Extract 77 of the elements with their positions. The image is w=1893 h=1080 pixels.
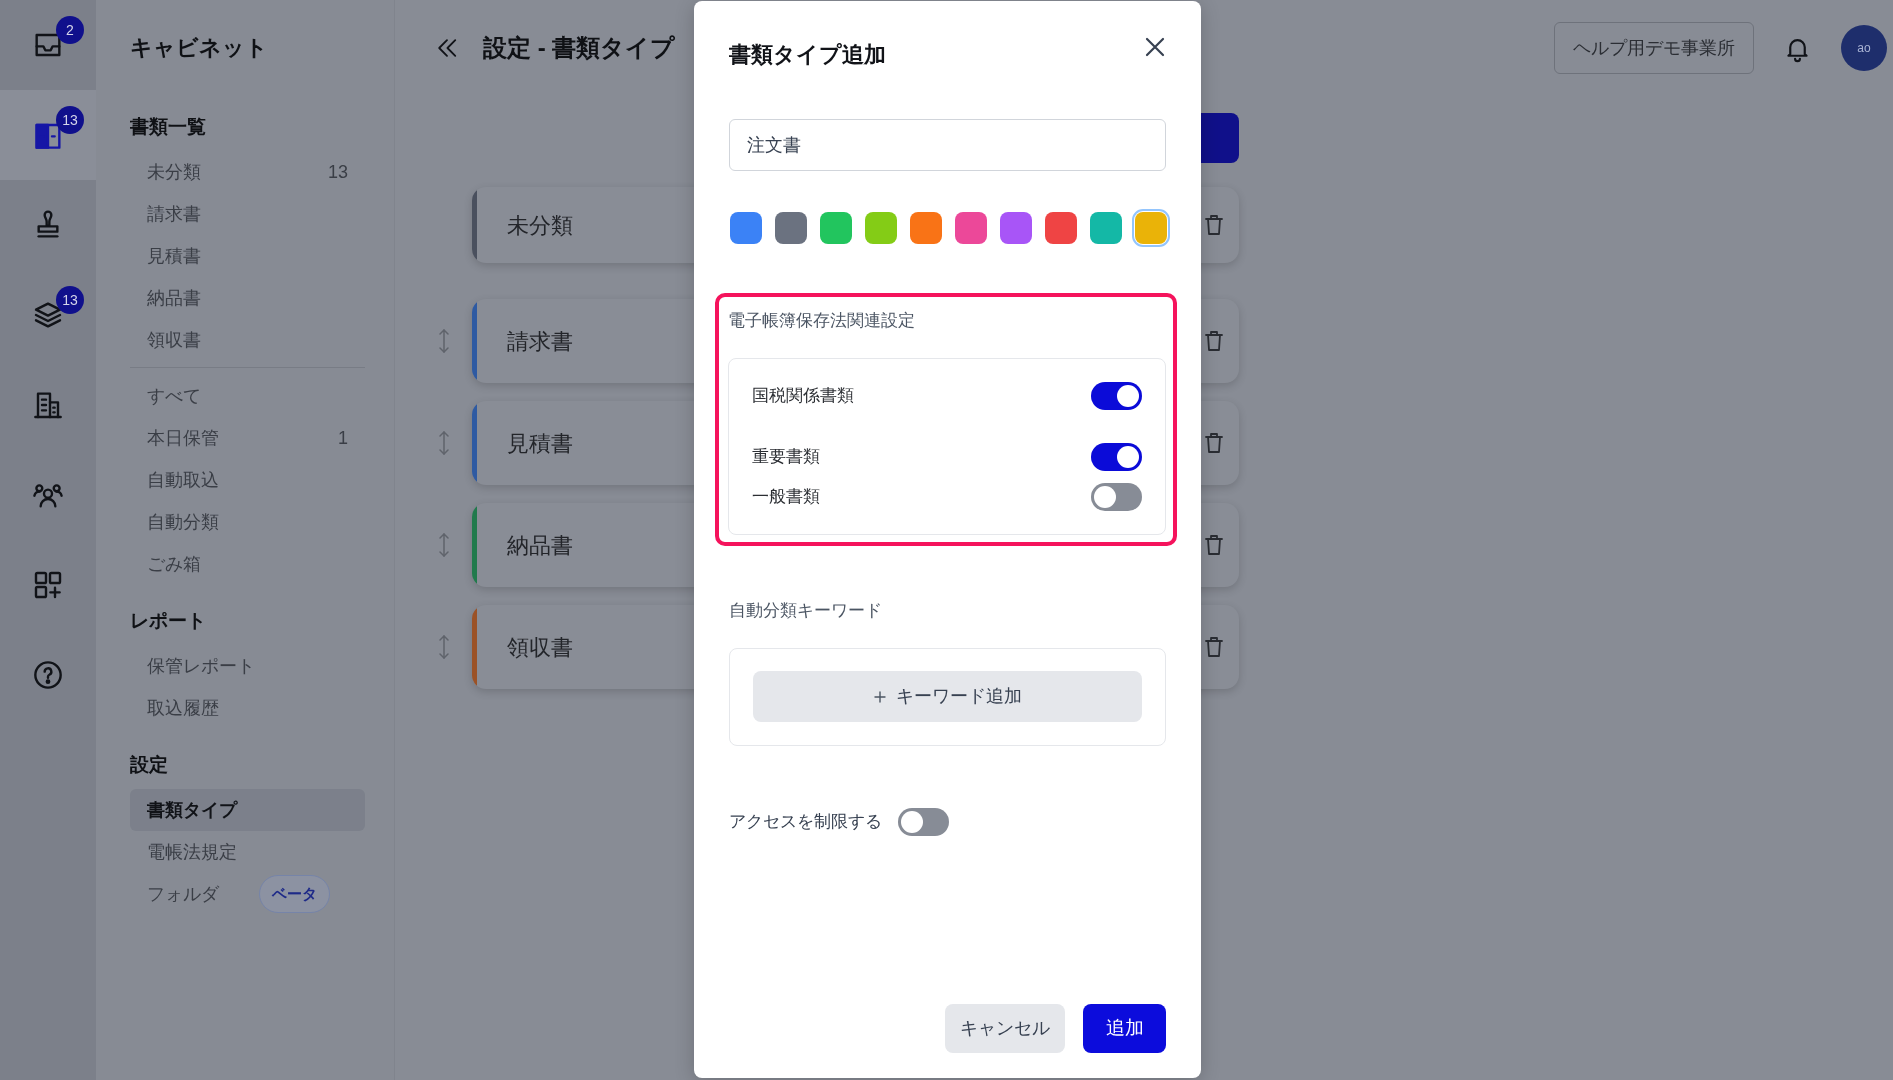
color-swatch[interactable]: [952, 209, 990, 247]
sidebar-item[interactable]: 保管レポート: [130, 645, 365, 687]
sidebar-item[interactable]: すべて: [130, 375, 365, 417]
dialog-title: 書類タイプ追加: [729, 41, 886, 69]
toggle-switch[interactable]: [1091, 443, 1142, 471]
toggle-label: 重要書類: [752, 446, 820, 469]
color-swatch[interactable]: [772, 209, 810, 247]
sidebar-item[interactable]: 見積書: [130, 235, 365, 277]
toggle-label: 一般書類: [752, 486, 820, 509]
nav-rail-button[interactable]: 13: [0, 90, 96, 180]
item-count: 1: [338, 426, 348, 450]
color-swatch[interactable]: [817, 209, 855, 247]
sidebar-item[interactable]: 請求書: [130, 193, 365, 235]
sidebar-item[interactable]: 自動取込: [130, 459, 365, 501]
color-swatch[interactable]: [997, 209, 1035, 247]
trash-icon[interactable]: [1205, 432, 1223, 454]
trash-icon[interactable]: [1205, 534, 1223, 556]
sidebar-item[interactable]: 納品書: [130, 277, 365, 319]
section-heading: 設定: [130, 753, 169, 777]
color-swatch[interactable]: [862, 209, 900, 247]
sidebar-item[interactable]: 領収書: [130, 319, 365, 361]
double-chevron-left-icon[interactable]: [436, 37, 458, 59]
sidebar-item[interactable]: 未分類 13: [130, 151, 365, 193]
section-heading: レポート: [130, 609, 207, 633]
add-button[interactable]: 追加: [1083, 1004, 1166, 1053]
name-input[interactable]: 注文書: [729, 119, 1166, 171]
sidebar-item[interactable]: 取込履歴: [130, 687, 365, 729]
sidebar-item[interactable]: 自動分類: [130, 501, 365, 543]
sidebar-item[interactable]: 本日保管 1: [130, 417, 365, 459]
type-name: 納品書: [507, 531, 573, 560]
trash-icon[interactable]: [1205, 330, 1223, 352]
help-icon: [32, 659, 64, 691]
section-heading: 書類一覧: [130, 115, 207, 139]
building-icon: [32, 389, 64, 421]
count-badge: 2: [56, 16, 84, 44]
toggle-switch[interactable]: [898, 808, 949, 836]
toggle-switch[interactable]: [1091, 382, 1142, 410]
color-swatch[interactable]: [1132, 209, 1170, 247]
toggle-label: アクセスを制限する: [729, 811, 882, 834]
count-badge: 13: [56, 106, 84, 134]
type-name: 請求書: [507, 327, 573, 356]
business-selector[interactable]: ヘルプ用デモ事業所: [1554, 22, 1754, 74]
section-label: 自動分類キーワード: [729, 600, 883, 622]
plus-icon: [873, 690, 886, 703]
close-icon: [1145, 37, 1165, 57]
type-name: 領収書: [507, 633, 573, 662]
drag-handle-icon[interactable]: [438, 532, 450, 558]
drag-handle-icon[interactable]: [438, 430, 450, 456]
toggle-label: 国税関係書類: [752, 385, 854, 408]
item-count: 13: [327, 160, 348, 184]
sidebar-item[interactable]: フォルダ ベータ: [130, 873, 365, 915]
trash-icon[interactable]: [1205, 214, 1223, 236]
page-title: 設定 - 書類タイプ: [483, 33, 676, 63]
drag-handle-icon[interactable]: [438, 328, 450, 354]
type-name: 未分類: [507, 211, 573, 240]
nav-rail-button[interactable]: 2: [0, 0, 96, 90]
section-label: 電子帳簿保存法関連設定: [728, 310, 916, 332]
color-swatch[interactable]: [727, 209, 765, 247]
type-name: 見積書: [507, 429, 573, 458]
sidebar-title: キャビネット: [130, 34, 269, 62]
grid-plus-icon: [32, 569, 64, 601]
add-keyword-button[interactable]: キーワード追加: [753, 671, 1142, 722]
user-avatar[interactable]: ao: [1841, 25, 1887, 71]
toggle-switch[interactable]: [1091, 483, 1142, 511]
close-button[interactable]: [1144, 36, 1166, 58]
sidebar-item[interactable]: 書類タイプ: [130, 789, 365, 831]
cancel-button[interactable]: キャンセル: [945, 1004, 1065, 1053]
sidebar-item[interactable]: ごみ箱: [130, 543, 365, 585]
drag-handle-icon[interactable]: [438, 634, 450, 660]
color-swatch[interactable]: [907, 209, 945, 247]
trash-icon[interactable]: [1205, 636, 1223, 658]
count-badge: 13: [56, 286, 84, 314]
beta-badge: ベータ: [259, 875, 330, 913]
sidebar-item[interactable]: 電帳法規定: [130, 831, 365, 873]
nav-rail-button[interactable]: 13: [0, 270, 96, 360]
color-swatch[interactable]: [1042, 209, 1080, 247]
color-swatch[interactable]: [1087, 209, 1125, 247]
